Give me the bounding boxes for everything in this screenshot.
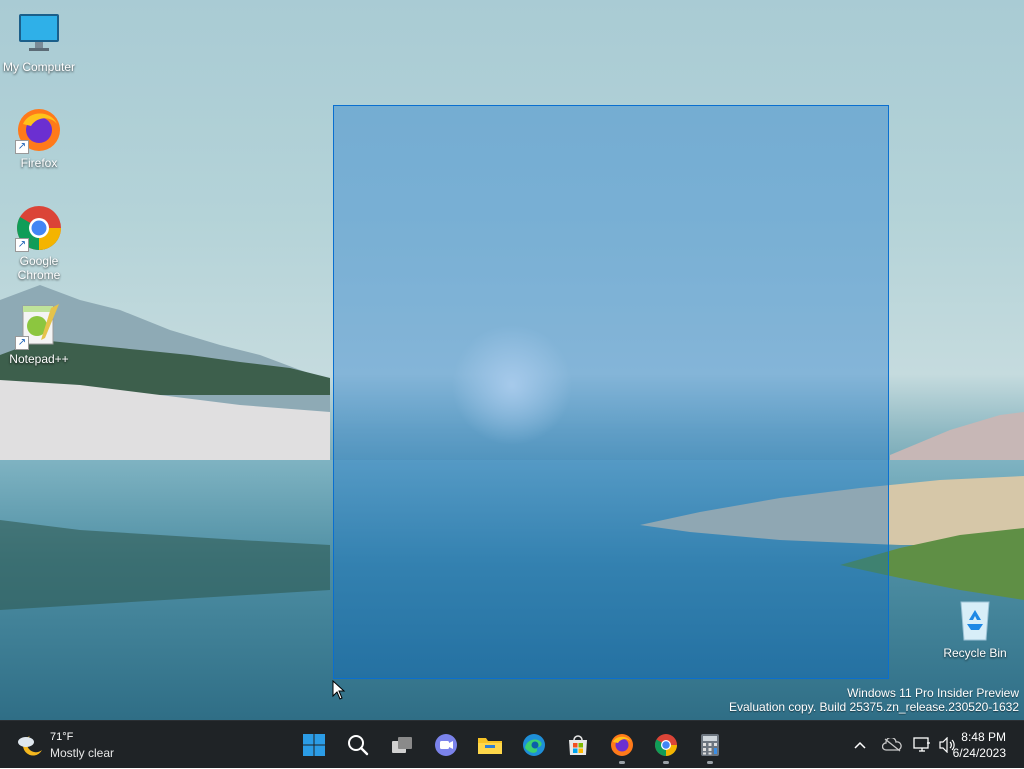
moon-cloud-icon: [18, 736, 42, 756]
running-indicator: [663, 761, 669, 764]
desktop-icon-firefox[interactable]: ↗ Firefox: [1, 106, 77, 170]
store-button[interactable]: [558, 725, 598, 765]
show-hidden-icons-button[interactable]: [850, 735, 870, 755]
onedrive-button[interactable]: [882, 735, 902, 755]
watermark-line-1: Windows 11 Pro Insider Preview: [847, 686, 1019, 700]
shortcut-arrow-icon: ↗: [15, 140, 29, 154]
desktop-icon-label: Recycle Bin: [943, 646, 1007, 660]
desktop-icon-label: Google Chrome: [17, 254, 61, 282]
desktop-icon-google-chrome[interactable]: ↗ Google Chrome: [1, 204, 77, 282]
search-icon: [348, 735, 369, 756]
desktop-icon-label: My Computer: [2, 60, 76, 74]
desktop-icon-my-computer[interactable]: My Computer: [1, 10, 77, 74]
shortcut-arrow-icon: ↗: [15, 336, 29, 350]
clock-time: 8:48 PM: [961, 730, 1006, 744]
system-tray: 8:48 PM 6/24/2023: [824, 721, 1024, 769]
monitor-icon: [15, 10, 63, 58]
recycle-bin-icon: [951, 596, 999, 644]
clock-date: 6/24/2023: [952, 746, 1006, 760]
mouse-cursor-icon: [332, 680, 346, 700]
firefox-icon: ↗: [15, 106, 63, 154]
folder-icon: [478, 738, 502, 754]
calculator-icon: [701, 734, 719, 756]
edge-icon: [523, 734, 545, 756]
weather-widget[interactable]: 71°F Mostly clear: [14, 729, 154, 763]
task-view-icon: [392, 737, 412, 753]
chrome-icon: [655, 734, 677, 756]
firefox-icon: [611, 734, 633, 756]
running-indicator: [619, 761, 625, 764]
desktop-icon-notepad-plus-plus[interactable]: ↗ Notepad++: [1, 302, 77, 366]
weather-temperature: 71°F: [50, 731, 74, 743]
notepad-plus-plus-icon: ↗: [15, 302, 63, 350]
watermark-line-2: Evaluation copy. Build 25375.zn_release.…: [729, 700, 1019, 714]
taskbar: 71°F Mostly clear 8:48 PM 6/24/2023: [0, 720, 1024, 768]
network-icon: [913, 737, 930, 752]
teams-chat-icon: [435, 734, 457, 756]
task-view-button[interactable]: [382, 725, 422, 765]
edge-button[interactable]: [514, 725, 554, 765]
chevron-up-icon: [854, 741, 866, 749]
desktop-icon-label: Firefox: [20, 156, 58, 170]
chrome-taskbar-button[interactable]: [646, 725, 686, 765]
network-button[interactable]: [912, 735, 932, 755]
running-indicator: [707, 761, 713, 764]
desktop-icon-label: Notepad++: [9, 352, 69, 366]
store-icon: [569, 735, 587, 755]
chat-button[interactable]: [426, 725, 466, 765]
windows-watermark: Windows 11 Pro Insider Preview Evaluatio…: [729, 686, 1019, 714]
weather-condition: Mostly clear: [50, 746, 115, 760]
calculator-taskbar-button[interactable]: [690, 725, 730, 765]
firefox-taskbar-button[interactable]: [602, 725, 642, 765]
chrome-icon: ↗: [15, 204, 63, 252]
taskbar-clock[interactable]: 8:48 PM 6/24/2023: [953, 729, 1006, 761]
shortcut-arrow-icon: ↗: [15, 238, 29, 252]
windows-start-icon: [303, 734, 325, 756]
search-button[interactable]: [338, 725, 378, 765]
start-button[interactable]: [294, 725, 334, 765]
file-explorer-button[interactable]: [470, 725, 510, 765]
desktop-icon-recycle-bin[interactable]: Recycle Bin: [937, 596, 1013, 660]
onedrive-offline-icon: [882, 738, 902, 752]
desktop-selection-rectangle: [333, 105, 889, 679]
